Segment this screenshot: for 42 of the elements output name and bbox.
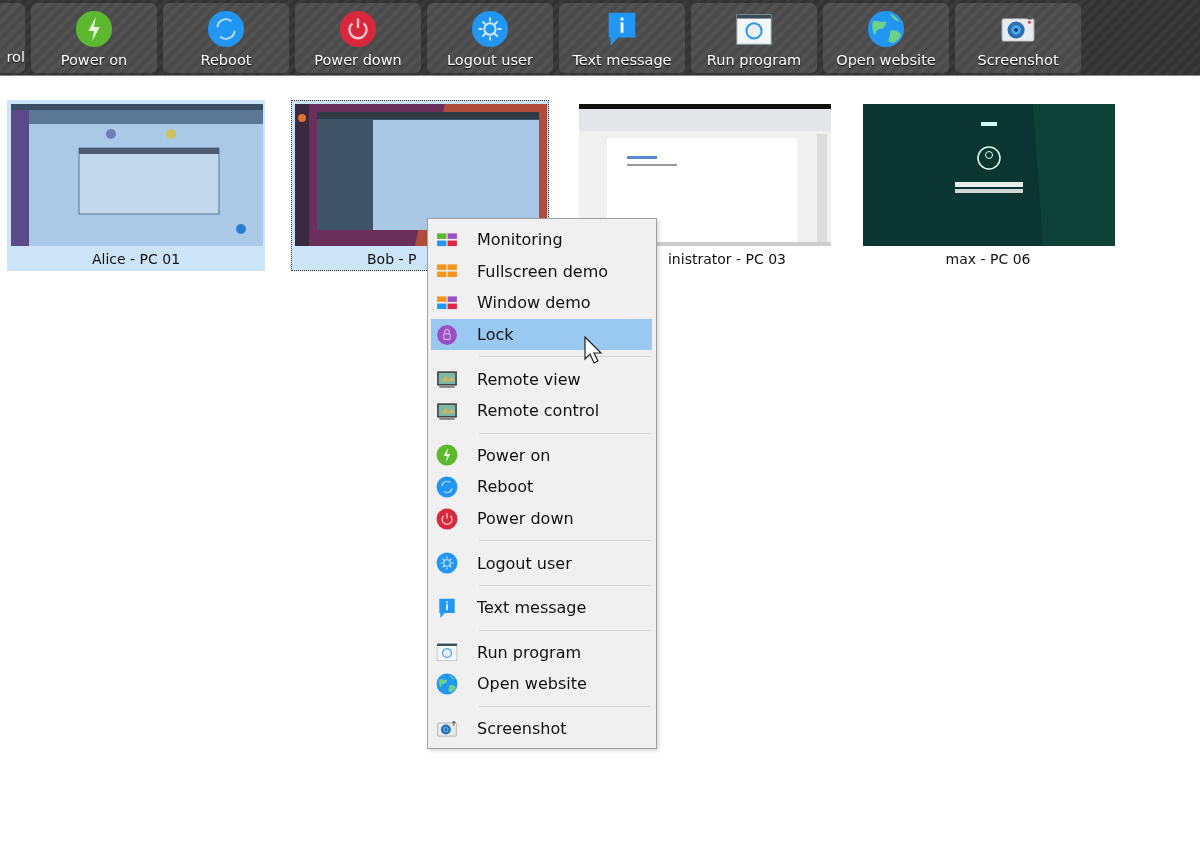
globe-icon — [436, 672, 458, 695]
power-icon — [339, 10, 377, 48]
sun-icon — [436, 552, 458, 575]
computer-label: Alice - PC 01 — [91, 250, 181, 269]
toolbar-button[interactable]: Power down — [295, 3, 421, 73]
cursor-icon — [584, 336, 604, 364]
toolbar-button[interactable]: Open website — [823, 3, 949, 73]
refresh-icon — [207, 10, 245, 48]
menu-item[interactable]: Remote control — [431, 394, 652, 427]
menu-item[interactable]: Screenshot — [431, 712, 652, 745]
computer-label: Bob - P — [367, 250, 417, 269]
toolbar-button[interactable]: Text message — [559, 3, 685, 73]
lightning-icon — [436, 444, 458, 467]
menu-item[interactable]: Run program — [431, 636, 652, 669]
menu-item[interactable]: Logout user — [431, 547, 652, 579]
monitor-icon — [436, 368, 458, 391]
sun-icon — [471, 10, 509, 48]
toolbar-button[interactable]: Screenshot — [955, 3, 1081, 73]
toolbar-button[interactable]: Power on — [31, 3, 157, 73]
menu-item[interactable]: Open website — [431, 668, 652, 700]
window-icon — [436, 641, 458, 664]
menu-item[interactable]: Power down — [431, 502, 652, 535]
computer-tile[interactable]: max - PC 06 — [859, 100, 1117, 271]
menu-item[interactable]: Reboot — [431, 471, 652, 503]
refresh-icon — [436, 475, 458, 498]
menu-item[interactable]: Power on — [431, 439, 652, 472]
computer-label: max - PC 06 — [945, 250, 1031, 269]
globe-icon — [867, 10, 905, 48]
power-icon — [436, 507, 458, 530]
menu-item[interactable]: Window demo — [431, 287, 652, 319]
toolbar-button[interactable]: Reboot — [163, 3, 289, 73]
computer-tile[interactable]: Alice - PC 01 — [7, 100, 265, 271]
toolbar-button[interactable]: rol — [0, 3, 25, 73]
speech-bubble-icon — [436, 596, 458, 619]
toolbar-button[interactable]: Logout user — [427, 3, 553, 73]
menu-item[interactable]: Text message — [431, 591, 652, 624]
lock-icon — [436, 323, 458, 346]
toolbar-button[interactable]: Run program — [691, 3, 817, 73]
lightning-icon — [75, 10, 113, 48]
menu-item[interactable]: Remote view — [431, 363, 652, 395]
menu-item[interactable]: Lock — [431, 318, 652, 351]
computer-label: inistrator - PC 03 — [668, 250, 786, 269]
